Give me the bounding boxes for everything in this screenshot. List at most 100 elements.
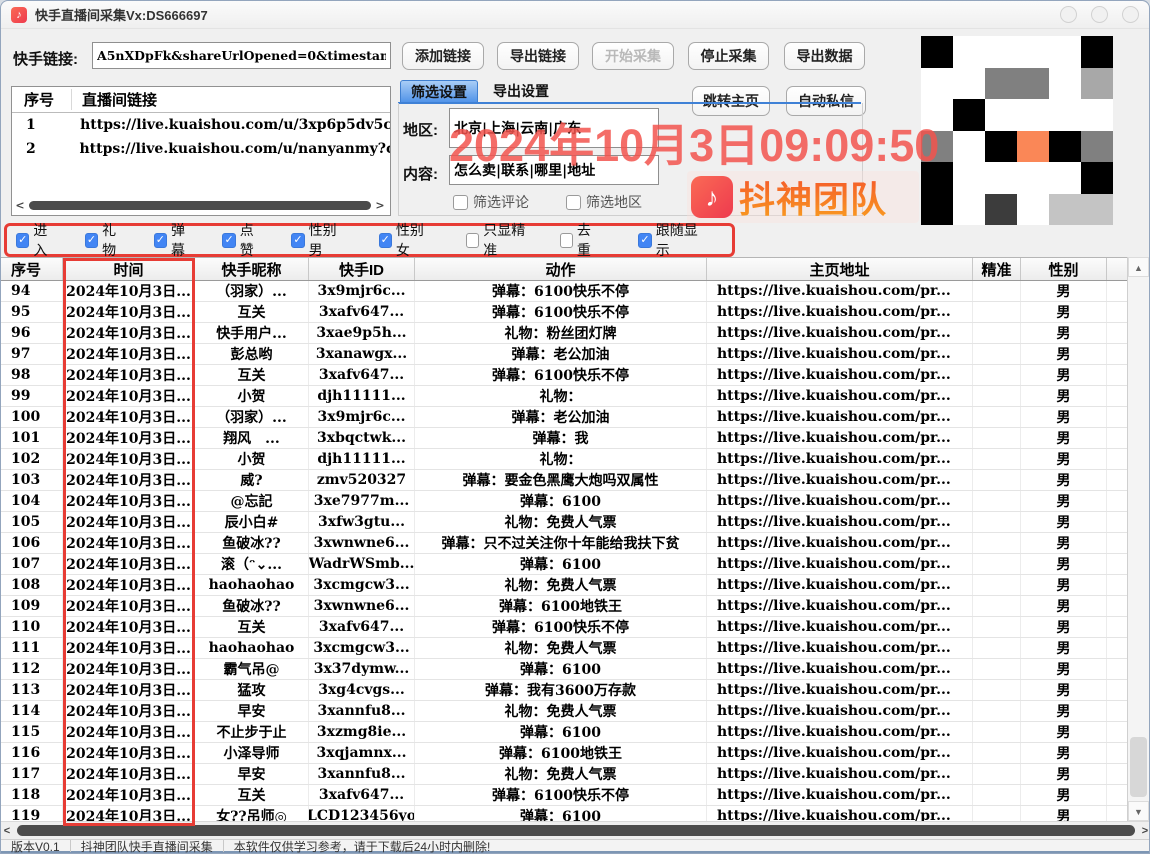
option-checkbox[interactable]: ✓进入 <box>16 220 58 260</box>
scroll-down-icon[interactable]: ▼ <box>1128 801 1149 821</box>
content-input[interactable] <box>449 155 659 185</box>
link-list-hscroll-thumb[interactable] <box>29 201 371 210</box>
filter-comment-checkbox[interactable]: 筛选评论 <box>453 192 529 212</box>
checkbox-icon[interactable] <box>566 195 581 210</box>
table-row[interactable]: 952024年10月3日...互关3xafv647...弹幕：6100快乐不停h… <box>1 302 1129 323</box>
option-checkbox[interactable]: 去重 <box>560 220 602 260</box>
maximize-button[interactable] <box>1091 6 1108 23</box>
table-row[interactable]: 1042024年10月3日...@忘記3xe7977m...弹幕：6100htt… <box>1 491 1129 512</box>
column-header[interactable]: 主页地址 <box>707 258 973 280</box>
table-cell: 112 <box>1 659 63 679</box>
table-row[interactable]: 1112024年10月3日...haohaohao3xcmgcw3...礼物：免… <box>1 638 1129 659</box>
column-header[interactable]: 时间 <box>63 258 195 280</box>
link-list-hscrollbar[interactable]: < > <box>14 199 386 212</box>
column-header[interactable]: 性别 <box>1021 258 1107 280</box>
table-cell: 快手用户... <box>195 323 309 343</box>
checkbox-icon[interactable] <box>466 233 479 248</box>
column-header[interactable]: 快手昵称 <box>195 258 309 280</box>
table-cell: 100 <box>1 407 63 427</box>
region-input[interactable] <box>449 108 659 148</box>
table-vscroll-thumb[interactable] <box>1130 737 1147 797</box>
table-row[interactable]: 1082024年10月3日...haohaohao3xcmgcw3...礼物：免… <box>1 575 1129 596</box>
table-hscrollbar[interactable]: < > <box>1 821 1150 839</box>
kuaishou-link-input[interactable] <box>92 42 391 69</box>
table-cell: https://live.kuaishou.com/pr... <box>707 344 973 364</box>
checkbox-icon[interactable]: ✓ <box>222 233 235 248</box>
add-link-button[interactable]: 添加链接 <box>402 42 484 70</box>
checkbox-icon[interactable]: ✓ <box>379 233 392 248</box>
scroll-left-icon[interactable]: < <box>14 199 26 212</box>
checkbox-icon[interactable]: ✓ <box>638 233 651 248</box>
table-row[interactable]: 1162024年10月3日...小泽导师3xqjamnx...弹幕：6100地铁… <box>1 743 1129 764</box>
option-checkbox[interactable]: ✓点赞 <box>222 220 264 260</box>
tab-filter-settings[interactable]: 筛选设置 <box>400 80 478 103</box>
table-cell: 男 <box>1021 659 1107 679</box>
table-row[interactable]: 1062024年10月3日...鱼破冰??3xwnwne6...弹幕：只不过关注… <box>1 533 1129 554</box>
option-label: 只显精准 <box>483 220 532 260</box>
table-row[interactable]: 1022024年10月3日...小贺djh11111...礼物：https://… <box>1 449 1129 470</box>
table-row[interactable]: 1122024年10月3日...霸气吊@3x37dymw...弹幕：6100ht… <box>1 659 1129 680</box>
checkbox-icon[interactable]: ✓ <box>291 233 304 248</box>
column-header[interactable]: 精准 <box>973 258 1021 280</box>
option-checkbox[interactable]: ✓性别男 <box>291 220 345 260</box>
table-row[interactable]: 1102024年10月3日...互关3xafv647...弹幕：6100快乐不停… <box>1 617 1129 638</box>
tab-export-settings[interactable]: 导出设置 <box>482 80 560 103</box>
table-row[interactable]: 942024年10月3日...（羽家）...3x9mjr6c...弹幕：6100… <box>1 281 1129 302</box>
table-row[interactable]: 1032024年10月3日...威?zmv520327弹幕：要金色黑鹰大炮吗双属… <box>1 470 1129 491</box>
table-row[interactable]: 1182024年10月3日...互关3xafv647...弹幕：6100快乐不停… <box>1 785 1129 806</box>
table-row[interactable]: 1072024年10月3日...滚（ᵔ⌄...WadrWSmb...弹幕：610… <box>1 554 1129 575</box>
checkbox-icon[interactable] <box>560 233 573 248</box>
checkbox-icon[interactable] <box>453 195 468 210</box>
table-cell <box>973 302 1021 322</box>
scroll-right-icon[interactable]: > <box>1139 825 1150 837</box>
table-cell: haohaohao <box>195 575 309 595</box>
table-row[interactable]: 1152024年10月3日...不止步于止3xzmg8ie...弹幕：6100h… <box>1 722 1129 743</box>
table-cell <box>973 449 1021 469</box>
option-checkbox[interactable]: 只显精准 <box>466 220 533 260</box>
option-checkbox[interactable]: ✓性别女 <box>379 220 433 260</box>
table-vscrollbar[interactable]: ▲ ▼ <box>1127 257 1149 821</box>
table-row[interactable]: 1172024年10月3日...早安3xannfu8...礼物：免费人气票htt… <box>1 764 1129 785</box>
table-cell: 弹幕：6100快乐不停 <box>415 785 707 805</box>
scroll-left-icon[interactable]: < <box>1 825 13 837</box>
export-links-button[interactable]: 导出链接 <box>497 42 579 70</box>
table-cell: 不止步于止 <box>195 722 309 742</box>
table-row[interactable]: 972024年10月3日...彭总哟3xanawgx...弹幕：老公加油http… <box>1 344 1129 365</box>
link-list-row[interactable]: 2https://live.kuaishou.com/u/nanyanmy?cc… <box>12 137 390 161</box>
qr-block <box>953 68 985 100</box>
table-hscroll-thumb[interactable] <box>17 825 1135 836</box>
table-row[interactable]: 982024年10月3日...互关3xafv647...弹幕：6100快乐不停h… <box>1 365 1129 386</box>
table-row[interactable]: 1142024年10月3日...早安3xannfu8...礼物：免费人气票htt… <box>1 701 1129 722</box>
table-row[interactable]: 992024年10月3日...小贺djh11111...礼物：https://l… <box>1 386 1129 407</box>
link-url-header: 直播间链接 <box>72 89 157 110</box>
column-header[interactable]: 快手ID <box>309 258 415 280</box>
checkbox-icon[interactable]: ✓ <box>154 233 167 248</box>
option-checkbox[interactable]: ✓ 弹幕 <box>154 220 196 260</box>
filter-region-checkbox[interactable]: 筛选地区 <box>566 192 642 212</box>
table-row[interactable]: 1012024年10月3日...翔风 ...3xbqctwk...弹幕：我htt… <box>1 428 1129 449</box>
table-cell: 2024年10月3日... <box>63 785 195 805</box>
scroll-right-icon[interactable]: > <box>374 199 386 212</box>
checkbox-icon[interactable]: ✓ <box>16 233 29 248</box>
table-cell: 2024年10月3日... <box>63 323 195 343</box>
table-row[interactable]: 1132024年10月3日...猛攻3xg4cvgs...弹幕：我有3600万存… <box>1 680 1129 701</box>
option-checkbox[interactable]: ✓礼物 <box>85 220 127 260</box>
table-row[interactable]: 1092024年10月3日...鱼破冰??3xwnwne6...弹幕：6100地… <box>1 596 1129 617</box>
minimize-button[interactable] <box>1060 6 1077 23</box>
scroll-up-icon[interactable]: ▲ <box>1128 257 1149 277</box>
table-row[interactable]: 962024年10月3日...快手用户...3xae9p5h...礼物：粉丝团灯… <box>1 323 1129 344</box>
checkbox-icon[interactable]: ✓ <box>85 233 98 248</box>
table-row[interactable]: 1052024年10月3日...辰小白#3xfw3gtu...礼物：免费人气票h… <box>1 512 1129 533</box>
table-cell: 小泽导师 <box>195 743 309 763</box>
close-button[interactable] <box>1122 6 1139 23</box>
column-header-filler <box>1107 258 1129 280</box>
option-checkbox[interactable]: ✓跟随显示 <box>638 220 705 260</box>
stop-collect-button[interactable]: 停止采集 <box>688 42 769 70</box>
qr-block <box>1017 194 1049 226</box>
option-label: 弹幕 <box>171 220 195 260</box>
export-data-button[interactable]: 导出数据 <box>784 42 865 70</box>
table-row[interactable]: 1002024年10月3日...（羽家）...3x9mjr6c...弹幕：老公加… <box>1 407 1129 428</box>
column-header[interactable]: 序号 <box>1 258 63 280</box>
link-list-row[interactable]: 1https://live.kuaishou.com/u/3xp6p5dv5cv… <box>12 113 390 137</box>
column-header[interactable]: 动作 <box>415 258 707 280</box>
